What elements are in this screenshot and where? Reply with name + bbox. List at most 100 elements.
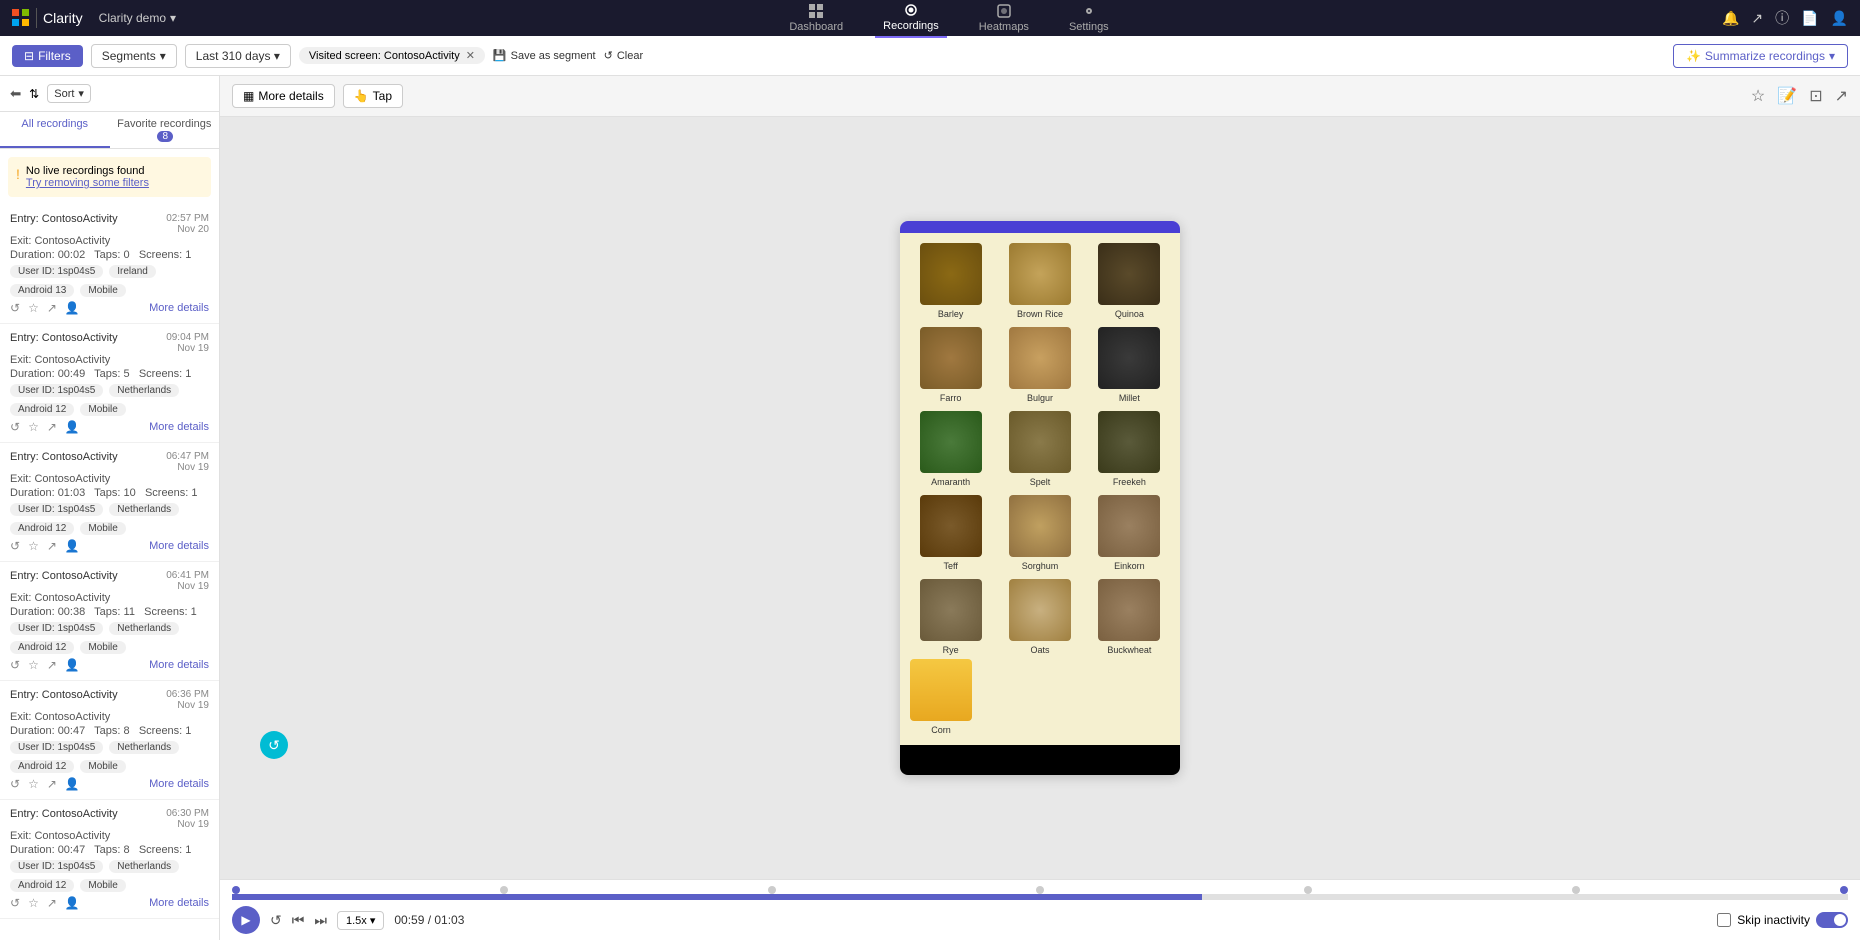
- segments-button[interactable]: Segments ▾: [91, 44, 177, 68]
- recording-item-5[interactable]: Entry: ContosoActivity 06:30 PMNov 19 Ex…: [0, 800, 219, 919]
- more-details-link-5[interactable]: More details: [149, 897, 209, 909]
- grain-item-oats[interactable]: Oats: [999, 579, 1080, 655]
- recording-item-4[interactable]: Entry: ContosoActivity 06:36 PMNov 19 Ex…: [0, 681, 219, 800]
- recording-item-3[interactable]: Entry: ContosoActivity 06:41 PMNov 19 Ex…: [0, 562, 219, 681]
- user-icon[interactable]: 👤: [1831, 10, 1848, 27]
- cursor-dot: ↺: [260, 731, 288, 759]
- tab-all-recordings[interactable]: All recordings: [0, 112, 110, 148]
- clear-button[interactable]: ↺ Clear: [604, 49, 644, 62]
- more-details-button[interactable]: ▦ More details: [232, 84, 335, 108]
- grain-name-einkorn: Einkorn: [1114, 561, 1145, 571]
- grain-item-buckwheat[interactable]: Buckwheat: [1089, 579, 1170, 655]
- no-live-link[interactable]: Try removing some filters: [26, 177, 149, 189]
- share-icon-0[interactable]: ↗: [47, 301, 57, 315]
- grain-item-millet[interactable]: Millet: [1089, 327, 1170, 403]
- star-icon[interactable]: ☆: [1751, 86, 1765, 106]
- file-icon[interactable]: 📄: [1801, 10, 1818, 27]
- star-icon-2[interactable]: ☆: [28, 539, 39, 553]
- replay-icon-0[interactable]: ↺: [10, 301, 20, 315]
- save-segment-button[interactable]: 💾 Save as segment: [493, 49, 596, 62]
- summarize-button[interactable]: ✨ Summarize recordings ▾: [1673, 44, 1848, 68]
- star-icon-0[interactable]: ☆: [28, 301, 39, 315]
- more-details-link-2[interactable]: More details: [149, 540, 209, 552]
- more-details-link-3[interactable]: More details: [149, 659, 209, 671]
- replay-icon-5[interactable]: ↺: [10, 896, 20, 910]
- share-icon-5[interactable]: ↗: [47, 896, 57, 910]
- user-icon-0[interactable]: 👤: [65, 301, 80, 315]
- days-button[interactable]: Last 310 days ▾: [185, 44, 291, 68]
- more-details-link-1[interactable]: More details: [149, 421, 209, 433]
- user-icon-1[interactable]: 👤: [65, 420, 80, 434]
- timeline-bar[interactable]: [232, 894, 1848, 900]
- star-icon-4[interactable]: ☆: [28, 777, 39, 791]
- days-label: Last 310 days: [196, 49, 271, 63]
- recording-item-0[interactable]: Entry: ContosoActivity 02:57 PMNov 20 Ex…: [0, 205, 219, 324]
- user-icon-5[interactable]: 👤: [65, 896, 80, 910]
- note-icon[interactable]: 📝: [1777, 86, 1797, 106]
- grain-image-teff: [920, 495, 982, 557]
- more-details-link-4[interactable]: More details: [149, 778, 209, 790]
- grain-image-bulgur: [1009, 327, 1071, 389]
- rec-tag-device-4: Android 12: [10, 760, 74, 773]
- grain-item-bulgur[interactable]: Bulgur: [999, 327, 1080, 403]
- grain-item-amaranth[interactable]: Amaranth: [910, 411, 991, 487]
- star-icon-3[interactable]: ☆: [28, 658, 39, 672]
- tab-favorite-recordings[interactable]: Favorite recordings 8: [110, 112, 220, 148]
- clear-label: Clear: [617, 50, 643, 62]
- filter-chip-close[interactable]: ✕: [466, 49, 475, 62]
- nav-right: 🔔 ↗ ⓘ 📄 👤: [1722, 8, 1848, 28]
- sort-button[interactable]: Sort ▾: [47, 84, 91, 103]
- player-toolbar: ▦ More details 👆 Tap ☆ 📝 ⊡ ↗: [220, 76, 1860, 117]
- export-icon[interactable]: ↗: [1835, 86, 1848, 106]
- grain-item-freekeh[interactable]: Freekeh: [1089, 411, 1170, 487]
- sort-label: Sort: [54, 88, 74, 100]
- play-button[interactable]: ▶: [232, 906, 260, 934]
- grain-item-sorghum[interactable]: Sorghum: [999, 495, 1080, 571]
- replay-icon-3[interactable]: ↺: [10, 658, 20, 672]
- replay-button[interactable]: ↺: [270, 912, 282, 929]
- skip-inactivity-checkbox[interactable]: [1717, 913, 1731, 927]
- share-icon[interactable]: ⊡: [1809, 86, 1822, 106]
- tap-button[interactable]: 👆 Tap: [343, 84, 403, 108]
- share-icon-4[interactable]: ↗: [47, 777, 57, 791]
- nav-item-settings[interactable]: Settings: [1061, 0, 1117, 37]
- replay-icon-2[interactable]: ↺: [10, 539, 20, 553]
- nav-item-recordings[interactable]: Recordings: [875, 0, 947, 38]
- nav-item-heatmaps[interactable]: Heatmaps: [971, 0, 1037, 37]
- star-icon-5[interactable]: ☆: [28, 896, 39, 910]
- star-icon-1[interactable]: ☆: [28, 420, 39, 434]
- nav-item-dashboard[interactable]: Dashboard: [781, 0, 851, 37]
- notification-icon[interactable]: 🔔: [1722, 10, 1739, 27]
- grain-item-einkorn[interactable]: Einkorn: [1089, 495, 1170, 571]
- grain-item-rye[interactable]: Rye: [910, 579, 991, 655]
- demo-dropdown[interactable]: Clarity demo ▾: [99, 11, 176, 25]
- replay-icon-1[interactable]: ↺: [10, 420, 20, 434]
- filters-button[interactable]: ⊟ Filters: [12, 45, 83, 67]
- tab-all-label: All recordings: [21, 118, 88, 130]
- grain-item-quinoa[interactable]: Quinoa: [1089, 243, 1170, 319]
- recording-item-1[interactable]: Entry: ContosoActivity 09:04 PMNov 19 Ex…: [0, 324, 219, 443]
- grain-item-spelt[interactable]: Spelt: [999, 411, 1080, 487]
- speed-button[interactable]: 1.5x ▾: [337, 911, 384, 930]
- recording-item-2[interactable]: Entry: ContosoActivity 06:47 PMNov 19 Ex…: [0, 443, 219, 562]
- grain-item-barley[interactable]: Barley: [910, 243, 991, 319]
- rec-entry-0: Entry: ContosoActivity: [10, 213, 118, 235]
- step-back-button[interactable]: ⏮: [292, 912, 305, 929]
- grain-item-teff[interactable]: Teff: [910, 495, 991, 571]
- share-icon[interactable]: ↗: [1751, 10, 1763, 27]
- share-icon-3[interactable]: ↗: [47, 658, 57, 672]
- skip-inactivity-toggle[interactable]: [1816, 912, 1848, 928]
- step-forward-button[interactable]: ⏭: [314, 912, 327, 929]
- share-icon-1[interactable]: ↗: [47, 420, 57, 434]
- user-icon-3[interactable]: 👤: [65, 658, 80, 672]
- grain-item-farro[interactable]: Farro: [910, 327, 991, 403]
- sidebar-collapse-button[interactable]: ⬅: [10, 86, 21, 102]
- grain-item-brown-rice[interactable]: Brown Rice: [999, 243, 1080, 319]
- info-icon[interactable]: ⓘ: [1775, 8, 1789, 28]
- more-details-link-0[interactable]: More details: [149, 302, 209, 314]
- user-icon-4[interactable]: 👤: [65, 777, 80, 791]
- user-icon-2[interactable]: 👤: [65, 539, 80, 553]
- replay-icon-4[interactable]: ↺: [10, 777, 20, 791]
- share-icon-2[interactable]: ↗: [47, 539, 57, 553]
- grain-item-corn[interactable]: Corn: [910, 659, 972, 735]
